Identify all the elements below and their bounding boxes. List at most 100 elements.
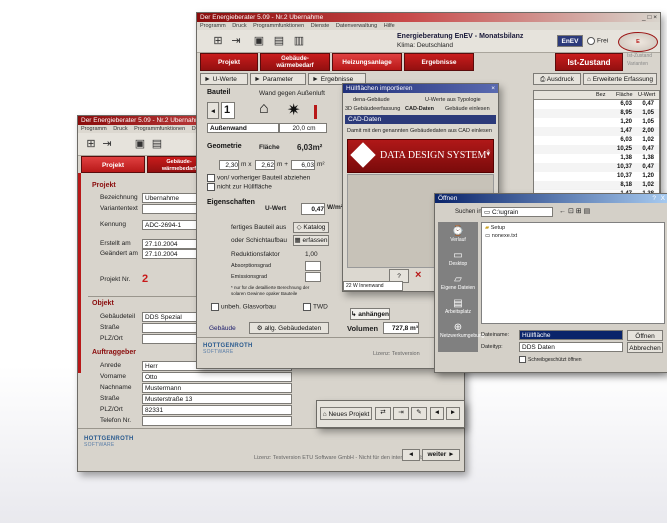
place-verlauf[interactable]: ⌚ Verlauf	[442, 226, 474, 243]
back-button[interactable]: ◄	[402, 449, 420, 461]
print-icon[interactable]: ▣	[133, 137, 147, 151]
nav-icon-3[interactable]: ✎	[411, 407, 427, 420]
tab-typologie[interactable]: U-Werte aus Typologie	[425, 97, 481, 103]
col-flaeche[interactable]: Fläche	[616, 91, 633, 99]
document-icon[interactable]: ▣	[252, 34, 266, 48]
table-row[interactable]: 8,95 1,05	[534, 109, 659, 118]
menu-hilfe[interactable]: Hilfe	[384, 23, 395, 29]
help-icon[interactable]: ?	[652, 194, 656, 203]
vorname-field[interactable]: Otto	[142, 372, 292, 382]
emission-field[interactable]	[305, 272, 321, 282]
geaendert-field[interactable]: 27.10.2004	[142, 249, 197, 259]
counter-down[interactable]: ◄	[207, 102, 219, 119]
table-row[interactable]: 1,38 1,38	[534, 154, 659, 163]
suchen-select[interactable]: ▭ C:\ugrain	[481, 207, 553, 217]
menu-programm[interactable]: Programm	[200, 23, 226, 29]
file-list[interactable]: ▰ Setup ▭ nonexe.txt	[481, 222, 665, 324]
dropdown-icon[interactable]: ▾	[486, 150, 490, 158]
preview-icon[interactable]: ▥	[292, 34, 306, 48]
menu-programmfunktionen[interactable]: Programmfunktionen	[253, 23, 304, 29]
subtab-uwerte[interactable]: ► U-Werte	[200, 73, 248, 85]
nachname-field[interactable]: Mustermann	[142, 383, 292, 393]
uwerte-table[interactable]: Bez Fläche U-Wert 6,03 0,47 8,95 1,05 1,20 1,…	[533, 90, 660, 202]
table-row[interactable]: 1,47 2,00	[534, 127, 659, 136]
tab-ergebnisse[interactable]: Ergebnisse	[404, 53, 474, 71]
dicke-field[interactable]: 20,0 cm	[279, 123, 327, 133]
check2[interactable]: nicht zur Hüllfläche	[207, 183, 272, 191]
dateityp-select[interactable]: DDS Daten	[519, 342, 623, 352]
checkbox[interactable]	[519, 356, 526, 363]
table-row[interactable]: 6,03 0,47	[534, 100, 659, 109]
file-item[interactable]: ▭ nonexe.txt	[485, 233, 517, 239]
anhaengen-button[interactable]: ↳ anhängen	[350, 308, 390, 320]
unbeh-check[interactable]: unbeh. Glasvorbau	[211, 303, 276, 311]
nav-last[interactable]: ►	[446, 407, 460, 420]
place-eigene[interactable]: ▱ Eigene Dateien	[440, 274, 476, 291]
frei-radio[interactable]: Frei	[587, 37, 608, 45]
place-netzwerk[interactable]: ⊕ Netzwerkumgebung	[440, 322, 484, 339]
col-uwert[interactable]: U-Wert	[638, 91, 655, 99]
menu-programm[interactable]: Programm	[81, 126, 107, 132]
twd-check[interactable]: TWD	[303, 303, 328, 311]
checkbox[interactable]	[303, 303, 311, 311]
close-icon[interactable]: ×	[491, 84, 495, 93]
weiter-button[interactable]: weiter ►	[422, 449, 460, 461]
katalog-button[interactable]: ◇ Katalog	[293, 222, 329, 233]
erfassen-button[interactable]: ▦ erfassen	[293, 235, 329, 246]
enev-button[interactable]: EnEV	[557, 35, 583, 47]
col-bez[interactable]: Bez	[596, 91, 605, 99]
cancel-x-icon[interactable]: ×	[415, 269, 421, 281]
tab-projekt[interactable]: Projekt	[200, 53, 258, 71]
save-icon[interactable]: ⊞	[84, 137, 98, 151]
geo-width[interactable]: 2,62	[255, 160, 275, 170]
menu-druck[interactable]: Druck	[232, 23, 246, 29]
window-controls[interactable]: _ □ ×	[642, 13, 657, 22]
open-icon[interactable]: ⇥	[229, 34, 243, 48]
place-arbeitsplatz[interactable]: ▤ Arbeitsplatz	[440, 298, 476, 315]
preview-icon[interactable]: ▤	[150, 137, 164, 151]
checkbox[interactable]	[211, 303, 219, 311]
table-row[interactable]: 6,03 1,02	[534, 136, 659, 145]
ist-side-1[interactable]: Ist-Zustand	[627, 53, 652, 59]
tab-3d[interactable]: 3D Gebäudeerfassung	[345, 106, 400, 112]
abbrechen-button[interactable]: Abbrechen	[627, 342, 663, 353]
geo-length[interactable]: 2,30	[219, 160, 239, 170]
menu-programmfunktionen[interactable]: Programmfunktionen	[134, 126, 185, 132]
aussenwand-field[interactable]: Außenwand	[207, 123, 279, 133]
plz-auftrag-field[interactable]: 82331	[142, 405, 292, 415]
telefon-field[interactable]	[142, 416, 292, 426]
subtab-parameter[interactable]: ► Parameter	[250, 73, 306, 85]
open-icon[interactable]: ⇥	[100, 137, 114, 151]
allg-button[interactable]: ⚙ allg. Gebäudedaten	[249, 322, 329, 334]
menu-druck[interactable]: Druck	[113, 126, 127, 132]
neues-projekt-button[interactable]: ⌂ Neues Projekt	[320, 407, 372, 420]
strasse-auftrag-field[interactable]: Musterstraße 13	[142, 394, 292, 404]
ausdruck-button[interactable]: ⎙ Ausdruck	[533, 73, 581, 85]
uwert-field[interactable]: 0,47	[301, 203, 325, 215]
nav-icon-1[interactable]: ⇄	[375, 407, 391, 420]
menu-datenverwaltung[interactable]: Datenverwaltung	[336, 23, 377, 29]
ist-zustand-button[interactable]: Ist-Zustand	[555, 53, 623, 71]
table-row[interactable]: 8,18 1,02	[534, 181, 659, 190]
table-row[interactable]: 10,37 1,20	[534, 172, 659, 181]
save-icon[interactable]: ⊞	[211, 34, 225, 48]
table-row[interactable]: 10,25 0,47	[534, 145, 659, 154]
tab-gebaeude[interactable]: Gebäude- wärmebedarf	[260, 53, 330, 71]
checkbox[interactable]	[207, 174, 215, 182]
dds-banner[interactable]: DATA DESIGN SYSTEM® ▾	[347, 139, 494, 173]
tab-projekt[interactable]: Projekt	[81, 156, 145, 173]
geo-area[interactable]: 6,03	[291, 160, 315, 170]
nav-icon-2[interactable]: ⇥	[393, 407, 409, 420]
print-icon[interactable]: ▤	[272, 34, 286, 48]
close-icon[interactable]: X	[661, 194, 665, 203]
tab-einlesen[interactable]: Gebäude einlesen	[445, 106, 490, 112]
nav-icons[interactable]: ← ⊡ ⊞ ▤	[559, 207, 590, 215]
erweiterte-button[interactable]: ⌂ Erweiterte Erfassung	[583, 73, 657, 85]
table-row[interactable]: 10,37 0,47	[534, 163, 659, 172]
checkbox[interactable]	[207, 183, 215, 191]
file-item[interactable]: ▰ Setup	[485, 225, 505, 231]
check1[interactable]: von/ vorheriger Bauteil abziehen	[207, 174, 310, 182]
tab-dena[interactable]: dena-Gebäude	[353, 97, 390, 103]
table-row[interactable]: 1,20 1,05	[534, 118, 659, 127]
ist-side-2[interactable]: Varianten	[627, 61, 648, 67]
